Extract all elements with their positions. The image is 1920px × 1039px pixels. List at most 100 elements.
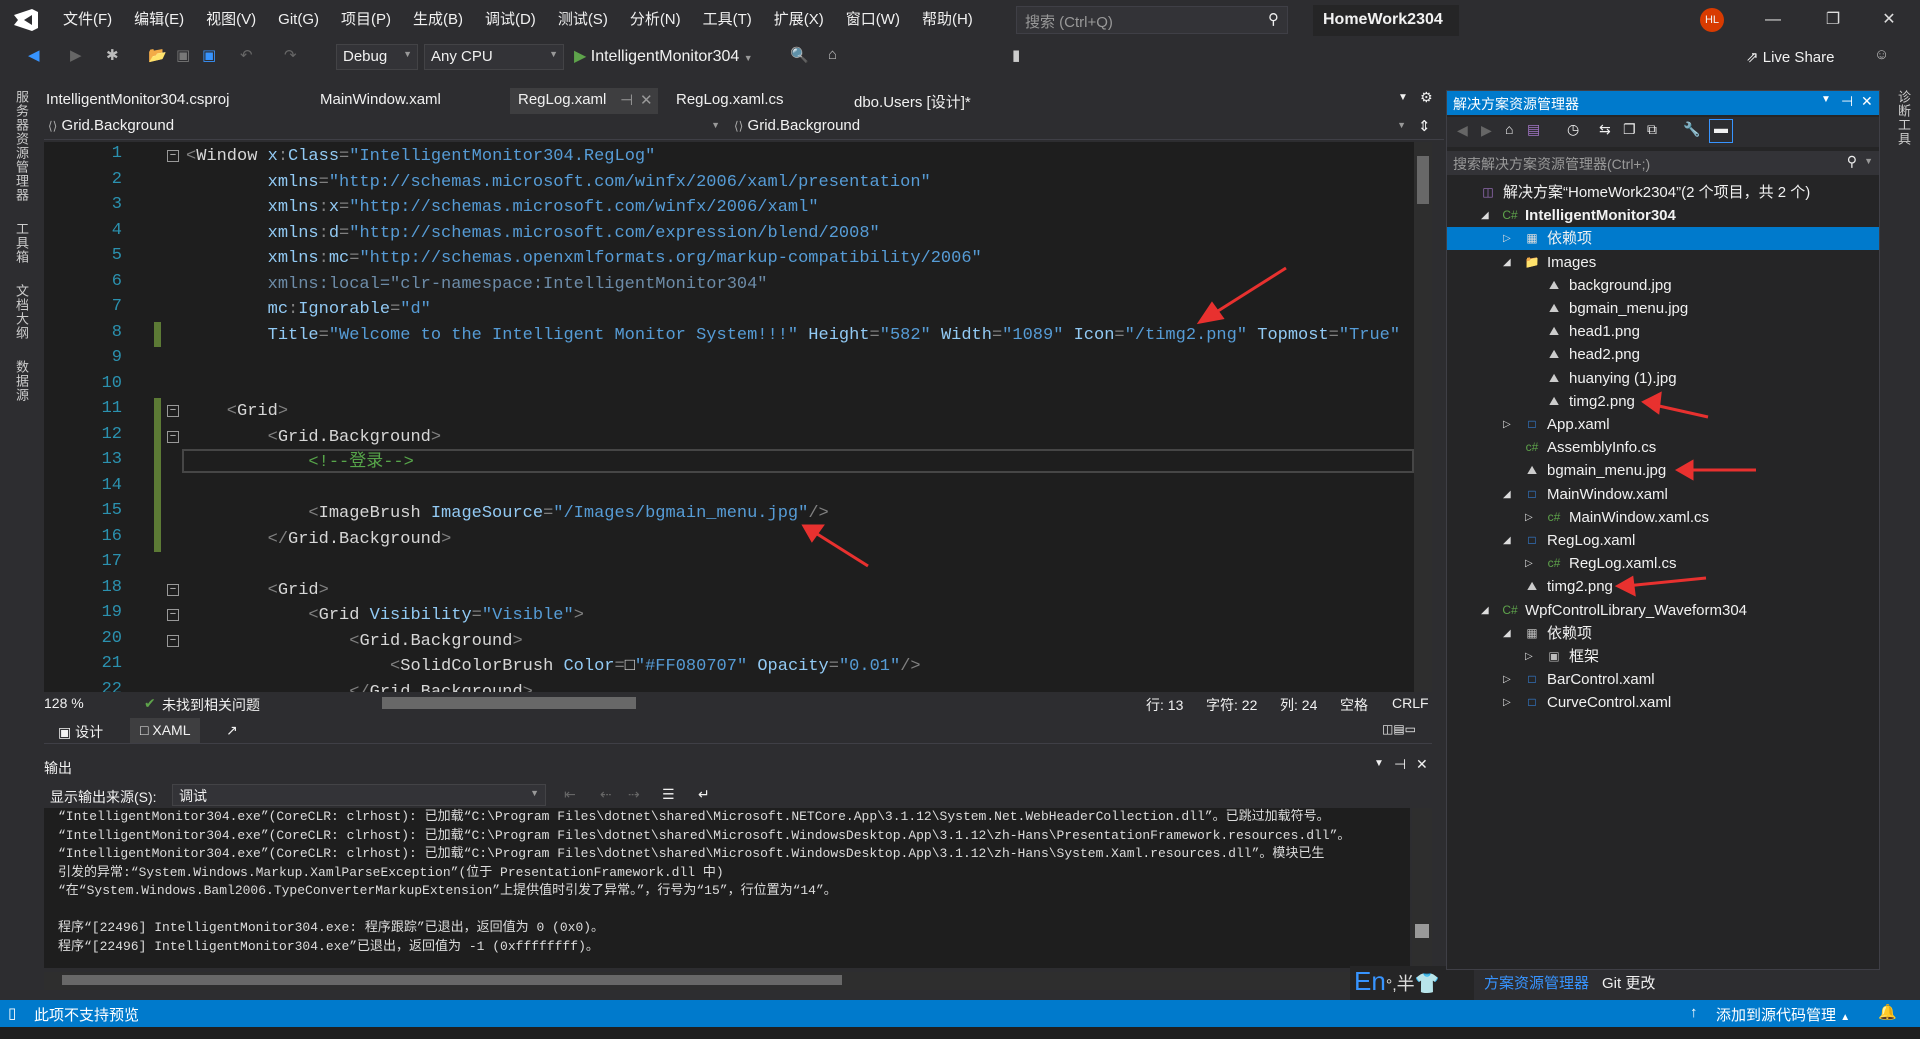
menu-item[interactable]: 窗口(W) (835, 10, 911, 30)
restore-button[interactable]: ❐ (1810, 6, 1856, 34)
tab-server-explorer[interactable]: 服务器资源管理器 (12, 90, 31, 202)
collapsed-arrow-icon[interactable]: ▷ (1503, 227, 1511, 250)
tree-item[interactable]: ◢ □ RegLog.xaml (1447, 529, 1879, 552)
tab-git-changes[interactable]: Git 更改 (1602, 972, 1655, 993)
pin-icon[interactable]: ⊣ (1394, 756, 1406, 773)
back-icon[interactable]: ◀ (1457, 122, 1468, 139)
pane-layout-icons[interactable]: ◫▤▭ (1382, 722, 1416, 736)
forward-icon[interactable]: ▶ (1481, 122, 1492, 139)
forward-icon[interactable]: ▶ (70, 46, 82, 64)
tab-diagnostic-tools[interactable]: 诊断工具 (1894, 90, 1913, 146)
tab-csproj[interactable]: IntelligentMonitor304.csproj (38, 88, 237, 114)
collapse-region-icon[interactable]: − (167, 634, 179, 647)
tree-item[interactable]: ⛰ head2.png (1447, 343, 1879, 366)
collapsed-arrow-icon[interactable]: ▷ (1525, 552, 1533, 575)
feedback-icon[interactable]: ☺ (1874, 46, 1889, 63)
close-tab-icon[interactable]: ✕ (640, 91, 653, 109)
undo-icon[interactable]: ↶ (240, 46, 253, 64)
tab-list-dropdown-icon[interactable]: ▼ (1398, 92, 1408, 103)
menu-item[interactable]: 视图(V) (195, 10, 267, 30)
collapse-all-icon[interactable]: ❐ (1623, 121, 1636, 138)
menu-item[interactable]: 生成(B) (402, 10, 474, 30)
open-file-icon[interactable]: 📂 (148, 46, 167, 64)
properties-icon[interactable]: 🔧 (1683, 121, 1700, 138)
tree-item[interactable]: ▷ c# RegLog.xaml.cs (1447, 552, 1879, 575)
whitespace-mode[interactable]: 空格 (1340, 695, 1368, 715)
menu-item[interactable]: 编辑(E) (123, 10, 195, 30)
redo-icon[interactable]: ↷ (284, 46, 297, 64)
tree-item[interactable]: ▷ c# MainWindow.xaml.cs (1447, 506, 1879, 529)
scrollbar-thumb[interactable] (1415, 924, 1429, 938)
save-icon[interactable]: ▣ (176, 46, 190, 64)
tab-dbo-users-design[interactable]: dbo.Users [设计]* (846, 88, 979, 114)
chevron-down-icon[interactable]: ▼ (1864, 156, 1873, 166)
close-icon[interactable]: ✕ (1416, 756, 1428, 773)
add-to-source-control[interactable]: 添加到源代码管理 ▲ (1716, 1004, 1850, 1025)
scrollbar-thumb[interactable] (62, 975, 842, 985)
tab-reglog-xaml[interactable]: RegLog.xaml ⊣ ✕ (510, 88, 658, 114)
scrollbar-thumb[interactable] (1417, 156, 1429, 204)
prev-message-icon[interactable]: ⇠ (600, 786, 612, 803)
horizontal-scrollbar-thumb[interactable] (382, 697, 636, 709)
close-icon[interactable]: ✕ (1861, 93, 1873, 110)
menu-item[interactable]: 项目(P) (330, 10, 402, 30)
collapsed-arrow-icon[interactable]: ▷ (1525, 506, 1533, 529)
tree-item[interactable]: ⛰ huanying (1).jpg (1447, 367, 1879, 390)
preview-icon[interactable]: ▬ (1709, 119, 1733, 143)
tab-solution-explorer[interactable]: 方案资源管理器 (1484, 972, 1589, 993)
collapse-region-icon[interactable]: − (167, 150, 179, 162)
tree-item[interactable]: ⛰ bgmain_menu.jpg (1447, 297, 1879, 320)
new-project-icon[interactable]: ✱ (106, 46, 119, 64)
collapsed-arrow-icon[interactable]: ▷ (1503, 668, 1511, 691)
tree-item[interactable]: ◫ 解决方案“HomeWork2304”(2 个项目，共 2 个) (1447, 181, 1879, 204)
collapse-region-icon[interactable]: − (167, 609, 179, 621)
expanded-arrow-icon[interactable]: ◢ (1481, 204, 1489, 227)
tree-item[interactable]: ⛰ background.jpg (1447, 274, 1879, 297)
popout-icon[interactable]: ↗ (226, 722, 238, 739)
tree-item[interactable]: ⛰ head1.png (1447, 320, 1879, 343)
tree-item[interactable]: ▷ □ CurveControl.xaml (1447, 691, 1879, 714)
live-share-button[interactable]: ⇗ Live Share (1746, 48, 1834, 66)
tab-xaml[interactable]: □ XAML (130, 718, 201, 743)
pending-changes-icon[interactable]: ◷ (1567, 121, 1579, 138)
tab-data-sources[interactable]: 数据源 (12, 360, 31, 402)
menu-item[interactable]: 文件(F) (52, 10, 123, 30)
switch-views-icon[interactable]: ▤ (1527, 121, 1540, 138)
menu-item[interactable]: 分析(N) (619, 10, 692, 30)
issues-status[interactable]: 未找到相关问题 (162, 695, 260, 715)
find-message-icon[interactable]: ⇤ (564, 786, 576, 803)
home-icon[interactable]: ⌂ (1505, 121, 1513, 137)
tree-item[interactable]: ⛰ bgmain_menu.jpg (1447, 459, 1879, 482)
tree-item[interactable]: ◢ 📁 Images (1447, 251, 1879, 274)
collapse-region-icon[interactable]: − (167, 405, 179, 417)
tree-item[interactable]: ▷ ▣ 框架 (1447, 645, 1879, 668)
line-ending[interactable]: CRLF (1392, 695, 1429, 711)
collapse-region-icon[interactable]: − (167, 430, 179, 443)
notifications-bell-icon[interactable]: 🔔 (1878, 1003, 1897, 1021)
search-input[interactable]: 搜索 (Ctrl+Q) ⚲ (1016, 6, 1288, 34)
tree-item[interactable]: ◢ C# WpfControlLibrary_Waveform304 (1447, 599, 1879, 622)
split-editor-icon[interactable]: ⇕ (1418, 117, 1431, 135)
configuration-select[interactable]: Debug ▼ (336, 44, 418, 70)
output-source-select[interactable]: 调试 ▼ (172, 784, 546, 806)
word-wrap-icon[interactable]: ↵ (698, 786, 710, 803)
tree-item[interactable]: ◢ ▦ 依赖项 (1447, 622, 1879, 645)
tree-item[interactable]: ⛰ timg2.png (1447, 390, 1879, 413)
collapsed-arrow-icon[interactable]: ▷ (1503, 413, 1511, 436)
expanded-arrow-icon[interactable]: ◢ (1503, 483, 1511, 506)
collapsed-arrow-icon[interactable]: ▷ (1503, 691, 1511, 714)
expanded-arrow-icon[interactable]: ◢ (1503, 251, 1511, 274)
tree-item[interactable]: ▷ ▦ 依赖项 (1447, 227, 1879, 251)
start-debug-button[interactable]: ▶ IntelligentMonitor304 ▼ (574, 46, 753, 66)
output-vertical-scrollbar[interactable] (1412, 808, 1432, 972)
menu-item[interactable]: 帮助(H) (911, 10, 984, 30)
pin-icon[interactable]: ⊣ (620, 91, 633, 109)
platform-select[interactable]: Any CPU ▼ (424, 44, 564, 70)
element-scope-dropdown[interactable]: ⟨⟩ Grid.Background ▼ (48, 117, 728, 134)
tree-item[interactable]: ◢ C# IntelligentMonitor304 (1447, 204, 1879, 227)
find-in-files-icon[interactable]: 🔍 (790, 46, 809, 64)
editor-vertical-scrollbar[interactable] (1414, 142, 1432, 692)
collapse-region-icon[interactable]: − (167, 583, 179, 596)
browser-link-icon[interactable]: ⌂ (828, 46, 837, 63)
menu-item[interactable]: 工具(T) (692, 10, 763, 30)
